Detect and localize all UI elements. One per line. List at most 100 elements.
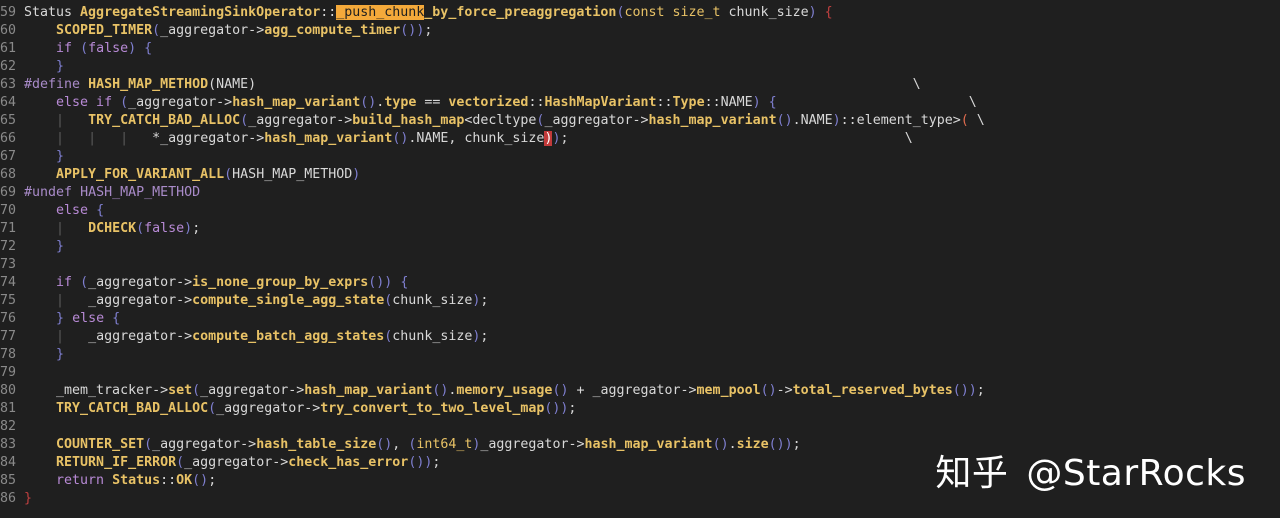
code-line[interactable]: 67 } [0, 148, 1280, 166]
code-token: HASH_MAP_METHOD [80, 185, 201, 200]
code-token: hash_map_variant [264, 131, 393, 146]
line-code: | TRY_CATCH_BAD_ALLOC(_aggregator->build… [24, 112, 1280, 130]
line-number: 86 [0, 491, 17, 506]
code-token: chunk_size [392, 329, 473, 344]
code-editor[interactable]: 59 Status AggregateStreamingSinkOperator:… [0, 4, 1280, 518]
code-line[interactable]: 68 APPLY_FOR_VARIANT_ALL(HASH_MAP_METHOD… [0, 166, 1280, 184]
line-code: } else { [24, 310, 1280, 328]
code-line[interactable]: 60 SCOPED_TIMER(_aggregator->agg_compute… [0, 22, 1280, 40]
code-token: () [368, 275, 385, 290]
code-line[interactable]: 64 else if (_aggregator->hash_map_varian… [0, 94, 1280, 112]
code-token: ; [568, 401, 577, 416]
code-line[interactable]: 63 #define HASH_MAP_METHOD(NAME) \ [0, 76, 1280, 94]
code-token: ) [808, 5, 817, 20]
code-token: _aggregator-> [200, 383, 305, 398]
code-line[interactable]: 78 } [0, 346, 1280, 364]
code-token: () [408, 455, 425, 470]
code-token: if [56, 275, 73, 290]
code-line[interactable]: 61 if (false) { [0, 40, 1280, 58]
code-token: { [96, 203, 105, 218]
code-token: . [728, 437, 737, 452]
code-line[interactable]: 71 | DCHECK(false); [0, 220, 1280, 238]
code-line[interactable]: 62 } [0, 58, 1280, 76]
code-token: | [120, 131, 129, 146]
code-token: | [56, 329, 65, 344]
code-token: } [56, 239, 65, 254]
code-token: ( [192, 383, 201, 398]
code-line[interactable]: 80 _mem_tracker->set(_aggregator->hash_m… [0, 382, 1280, 400]
line-code: else { [24, 202, 1280, 220]
code-token: SCOPED_TIMER [56, 23, 153, 38]
code-token: HASH_MAP_METHOD [88, 77, 209, 92]
code-line[interactable]: 74 if (_aggregator->is_none_group_by_exp… [0, 274, 1280, 292]
code-token: HashMapVariant [544, 95, 657, 110]
code-token: hash_map_variant [232, 95, 361, 110]
code-token: ( [80, 275, 89, 290]
code-line[interactable]: 59 Status AggregateStreamingSinkOperator:… [0, 4, 1280, 22]
code-token: build_hash_map [352, 113, 465, 128]
line-code: if (false) { [24, 40, 1280, 58]
code-token: compute_single_agg_state [192, 293, 385, 308]
line-number: 68 [0, 167, 17, 182]
code-token: hash_map_variant [648, 113, 777, 128]
code-line[interactable]: 72 } [0, 238, 1280, 256]
code-token: () [432, 383, 449, 398]
code-token: { [824, 5, 833, 20]
code-line[interactable]: 76 } else { [0, 310, 1280, 328]
code-token: :: [320, 5, 337, 20]
code-token: hash_map_variant [304, 383, 433, 398]
code-token: ) [752, 95, 761, 110]
code-line[interactable]: 69 #undef HASH_MAP_METHOD [0, 184, 1280, 202]
code-token: () [544, 401, 561, 416]
code-token: ( [960, 113, 969, 128]
code-token: mem_pool [696, 383, 761, 398]
code-token: ; [976, 383, 985, 398]
code-line[interactable]: 70 else { [0, 202, 1280, 220]
code-token: { [144, 41, 153, 56]
code-token: ( [224, 167, 233, 182]
code-line[interactable]: 82 [0, 418, 1280, 436]
code-token: _aggregator-> [216, 401, 321, 416]
code-token: else [56, 203, 89, 218]
code-line[interactable]: 75 | _aggregator->compute_single_agg_sta… [0, 292, 1280, 310]
code-token: .NAME [792, 113, 833, 128]
code-token: hash_table_size [256, 437, 377, 452]
code-line[interactable]: 66 | | | *_aggregator->hash_map_variant(… [0, 130, 1280, 148]
code-token: chunk_size [392, 293, 473, 308]
code-token: hash_map_variant [584, 437, 713, 452]
line-number: 75 [0, 293, 17, 308]
line-number: 76 [0, 311, 17, 326]
code-token: #define [24, 77, 81, 92]
code-line[interactable]: 73 [0, 256, 1280, 274]
line-code: | | | *_aggregator->hash_map_variant().N… [24, 130, 1280, 148]
code-token: _aggregator-> [248, 113, 353, 128]
code-token: () [712, 437, 729, 452]
code-token: ) [832, 113, 841, 128]
code-line[interactable]: 65 | TRY_CATCH_BAD_ALLOC(_aggregator->bu… [0, 112, 1280, 130]
code-line[interactable]: 81 TRY_CATCH_BAD_ALLOC(_aggregator->try_… [0, 400, 1280, 418]
line-number: 74 [0, 275, 17, 290]
line-code: TRY_CATCH_BAD_ALLOC(_aggregator->try_con… [24, 400, 1280, 418]
code-line[interactable]: 79 [0, 364, 1280, 382]
code-token: set [168, 383, 193, 398]
code-token: ( [240, 113, 249, 128]
code-line[interactable]: 77 | _aggregator->compute_batch_agg_stat… [0, 328, 1280, 346]
code-token: \ [776, 95, 977, 110]
code-token: () [952, 383, 969, 398]
code-token: { [768, 95, 777, 110]
code-token: () [776, 113, 793, 128]
